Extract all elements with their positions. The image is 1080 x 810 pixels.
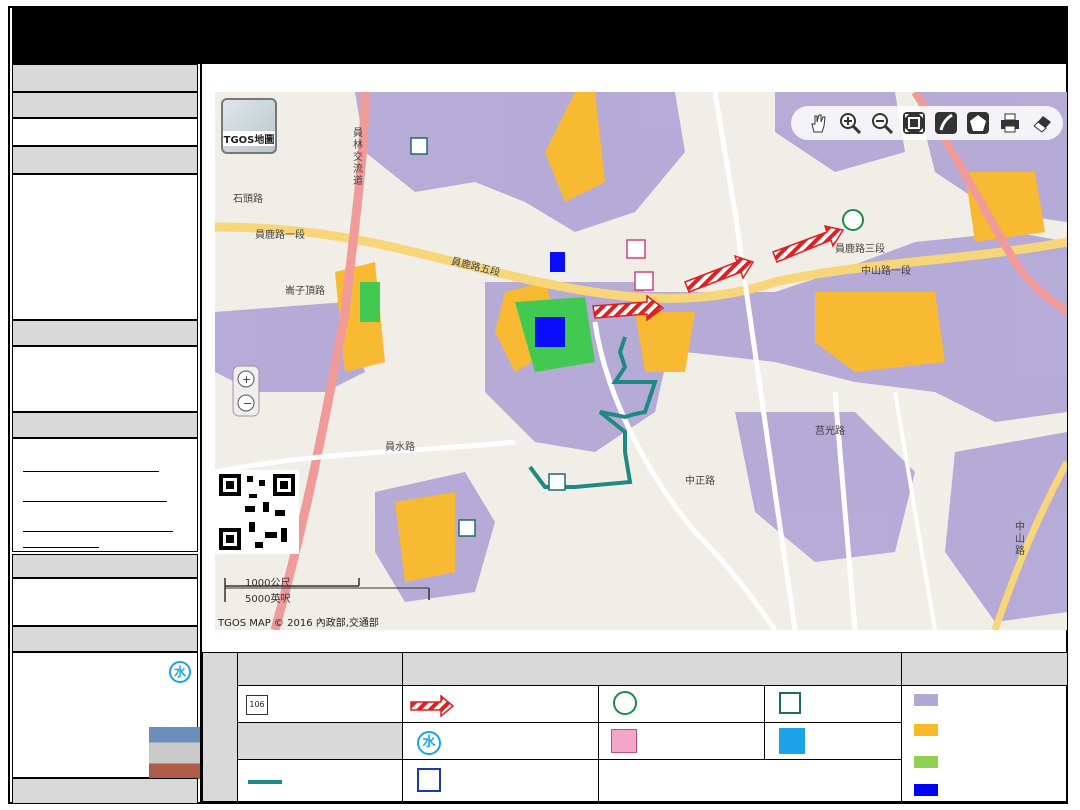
direction-arrow-icon [410, 694, 455, 718]
density-swatch-highest [914, 784, 938, 796]
road-label-interchange: 員林交流道 [353, 128, 363, 187]
map-copyright: TGOS MAP © 2016 內政部,交通部 [218, 618, 379, 629]
hand-pan-icon[interactable] [807, 112, 829, 134]
full-extent-icon[interactable] [903, 112, 925, 134]
draw-polygon-icon[interactable] [967, 112, 989, 134]
legend-table: 106 水 [202, 652, 1068, 802]
left-text-block-3 [12, 578, 198, 626]
road-label-3: 中山路一段 [861, 266, 911, 277]
legend-density-cell [901, 685, 1068, 802]
map-toolbar [791, 106, 1063, 140]
elderly-marker-icon-2[interactable] [548, 473, 566, 491]
link-underline-4[interactable] [23, 547, 99, 548]
elderly-icon [779, 692, 801, 714]
water-icon-legend: 水 [417, 731, 441, 755]
legend-gray-cell [237, 722, 403, 760]
scale-imperial: 5000英呎 [245, 594, 291, 605]
legend-route-badge-cell: 106 [237, 685, 403, 723]
road-label-8: 莒光路 [815, 426, 845, 437]
nursery-icon [779, 728, 805, 754]
legend-water-cell: 水 [402, 722, 599, 760]
route-106-badge: 106 [246, 695, 268, 715]
link-underline-3[interactable] [23, 531, 173, 532]
left-header-4 [12, 320, 198, 346]
qr-code [215, 470, 299, 554]
legend-header-3 [901, 652, 1068, 686]
print-icon[interactable] [999, 112, 1021, 134]
map-view[interactable]: + − 員林交流道 員鹿路一段 員鹿路五段 中山路一段 員鹿路三段 石頭路 崙子… [215, 92, 1067, 630]
draw-line-icon[interactable] [935, 112, 957, 134]
legend-family-cell [598, 722, 765, 760]
link-underline-2[interactable] [23, 501, 167, 502]
map-canvas[interactable]: + − [215, 92, 1067, 630]
zoom-out-icon[interactable] [871, 112, 893, 134]
svg-text:+: + [242, 373, 251, 386]
elderly-marker-icon[interactable] [410, 137, 428, 155]
legend-arrow-cell [402, 685, 599, 723]
legend-side-header [202, 652, 238, 802]
left-text-block-1 [12, 174, 198, 320]
home-icon [613, 691, 637, 715]
route-line-swatch [248, 780, 282, 784]
density-swatch-low [914, 694, 938, 706]
road-label-9: 中正路 [685, 476, 715, 487]
road-label-6: 崙子頂路 [285, 286, 325, 297]
eraser-icon[interactable] [1031, 112, 1053, 134]
left-header-3 [12, 146, 198, 174]
legend-empty-cell [598, 759, 902, 802]
left-photo-block: 水 [12, 652, 217, 779]
legend-elderly-cell [764, 685, 902, 723]
left-header-8 [12, 778, 198, 804]
family-icon [611, 729, 637, 753]
left-text-block-2 [12, 346, 198, 412]
road-label-4: 員鹿路三段 [835, 244, 885, 255]
tgos-map-button[interactable]: TGOS地圖 [221, 98, 277, 154]
legend-header-1 [237, 652, 403, 686]
legend-route-line-cell [237, 759, 403, 802]
road-label-10: 中山路 [1015, 522, 1025, 557]
legend-accessible-cell [402, 759, 599, 802]
tgos-map-label: TGOS地圖 [223, 131, 275, 146]
road-label-7: 員水路 [385, 442, 415, 453]
left-header-1 [12, 64, 198, 92]
link-underline-1[interactable] [23, 471, 159, 472]
legend-header-2 [402, 652, 902, 686]
road-label-5: 石頭路 [233, 194, 263, 205]
left-header-5 [12, 412, 198, 438]
svg-text:−: − [243, 397, 252, 410]
water-icon: 水 [169, 661, 191, 683]
left-field-1 [12, 118, 198, 146]
density-swatch-high [914, 756, 938, 768]
left-panel: 水 [12, 64, 217, 804]
title-bar [12, 8, 1068, 64]
wheelchair-icon [417, 768, 441, 792]
left-header-6 [12, 554, 198, 578]
zoom-in-icon[interactable] [839, 112, 861, 134]
family-marker-icon[interactable] [626, 239, 646, 259]
family-marker-icon-2[interactable] [634, 271, 654, 291]
left-link-block [12, 438, 198, 552]
legend-nursery-cell [764, 722, 902, 760]
road-label-1: 員鹿路一段 [255, 230, 305, 241]
elderly-marker-icon-3[interactable] [458, 519, 476, 537]
left-header-2 [12, 92, 198, 118]
legend-home-cell [598, 685, 765, 723]
density-swatch-medium [914, 724, 938, 736]
scale-metric: 1000公尺 [245, 578, 291, 589]
left-header-7 [12, 626, 198, 652]
home-marker-icon[interactable] [842, 209, 864, 231]
